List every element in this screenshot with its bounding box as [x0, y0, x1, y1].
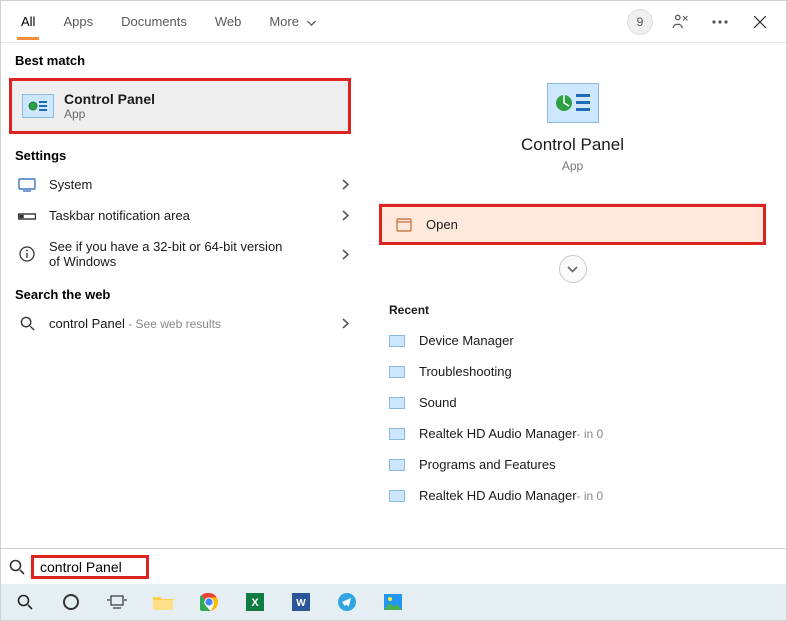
web-query: control Panel [49, 316, 125, 331]
cpl-mini-icon [389, 366, 405, 378]
best-match-subtitle: App [64, 107, 155, 121]
settings-result-system[interactable]: System [1, 169, 359, 200]
recent-label: Programs and Features [419, 457, 556, 472]
best-match-title: Control Panel [64, 91, 155, 107]
feedback-icon[interactable] [664, 6, 696, 38]
web-hint: - See web results [125, 317, 221, 331]
rewards-badge[interactable]: 9 [624, 6, 656, 38]
chevron-right-icon [342, 318, 349, 329]
badge-count: 9 [627, 9, 653, 35]
cpl-mini-icon [389, 490, 405, 502]
photos-icon[interactable] [373, 586, 413, 618]
tab-web[interactable]: Web [201, 4, 256, 39]
result-label: See if you have a 32-bit or 64-bit versi… [49, 239, 289, 269]
search-icon [9, 559, 25, 575]
recent-label: Troubleshooting [419, 364, 512, 379]
cortana-icon[interactable] [51, 586, 91, 618]
recent-label: Device Manager [419, 333, 514, 348]
results-list: Best match Control Panel App Settings Sy… [1, 43, 359, 548]
recent-suffix: - in 0 [577, 489, 604, 503]
settings-result-taskbar[interactable]: Taskbar notification area [1, 200, 359, 231]
chevron-right-icon [342, 210, 349, 221]
chevron-right-icon [342, 179, 349, 190]
cpl-mini-icon [389, 459, 405, 471]
recent-item[interactable]: Device Manager [379, 325, 766, 356]
more-options-icon[interactable] [704, 6, 736, 38]
recent-label: Sound [419, 395, 457, 410]
control-panel-large-icon [547, 83, 599, 123]
cpl-mini-icon [389, 428, 405, 440]
best-match-heading: Best match [1, 43, 359, 74]
recent-label: Realtek HD Audio Manager [419, 488, 577, 503]
expand-actions[interactable] [559, 255, 587, 283]
tab-all[interactable]: All [7, 4, 49, 39]
monitor-icon [15, 178, 39, 192]
scope-tabs: All Apps Documents Web More 9 [1, 1, 786, 43]
web-result[interactable]: control Panel - See web results [1, 308, 359, 339]
recent-label: Realtek HD Audio Manager [419, 426, 577, 441]
preview-pane: Control Panel App Open Recent Device Man… [359, 43, 786, 548]
chrome-icon[interactable] [189, 586, 229, 618]
settings-heading: Settings [1, 138, 359, 169]
search-icon [15, 316, 39, 331]
info-icon [15, 246, 39, 262]
tab-apps[interactable]: Apps [49, 4, 107, 39]
windows-taskbar: X W [1, 584, 786, 620]
tab-more-label: More [269, 14, 299, 29]
file-explorer-icon[interactable] [143, 586, 183, 618]
telegram-icon[interactable] [327, 586, 367, 618]
recent-item[interactable]: Troubleshooting [379, 356, 766, 387]
taskbar-search-button[interactable] [5, 586, 45, 618]
preview-title: Control Panel [521, 135, 624, 155]
caret-down-icon [307, 21, 316, 26]
tab-more[interactable]: More [255, 4, 329, 39]
recent-heading: Recent [389, 303, 766, 317]
open-label: Open [426, 217, 458, 232]
recent-suffix: - in 0 [577, 427, 604, 441]
recent-item[interactable]: Realtek HD Audio Manager - in 0 [379, 480, 766, 511]
preview-subtitle: App [562, 159, 583, 173]
best-match-result[interactable]: Control Panel App [9, 78, 351, 134]
cpl-mini-icon [389, 397, 405, 409]
web-heading: Search the web [1, 277, 359, 308]
control-panel-icon [22, 94, 54, 118]
chevron-right-icon [342, 249, 349, 260]
close-icon[interactable] [744, 6, 776, 38]
svg-text:W: W [296, 598, 306, 609]
excel-icon[interactable]: X [235, 586, 275, 618]
recent-item[interactable]: Programs and Features [379, 449, 766, 480]
search-bar [1, 548, 786, 584]
tab-documents[interactable]: Documents [107, 4, 201, 39]
open-action[interactable]: Open [379, 204, 766, 245]
recent-item[interactable]: Sound [379, 387, 766, 418]
word-icon[interactable]: W [281, 586, 321, 618]
open-icon [396, 218, 412, 232]
svg-text:X: X [251, 597, 259, 609]
task-view-icon[interactable] [97, 586, 137, 618]
search-input[interactable] [40, 559, 140, 575]
search-panel: All Apps Documents Web More 9 Best match [0, 0, 787, 621]
recent-item[interactable]: Realtek HD Audio Manager - in 0 [379, 418, 766, 449]
cpl-mini-icon [389, 335, 405, 347]
result-label: Taskbar notification area [49, 208, 190, 223]
settings-result-bitness[interactable]: See if you have a 32-bit or 64-bit versi… [1, 231, 359, 277]
taskbar-icon [15, 210, 39, 222]
result-label: System [49, 177, 92, 192]
